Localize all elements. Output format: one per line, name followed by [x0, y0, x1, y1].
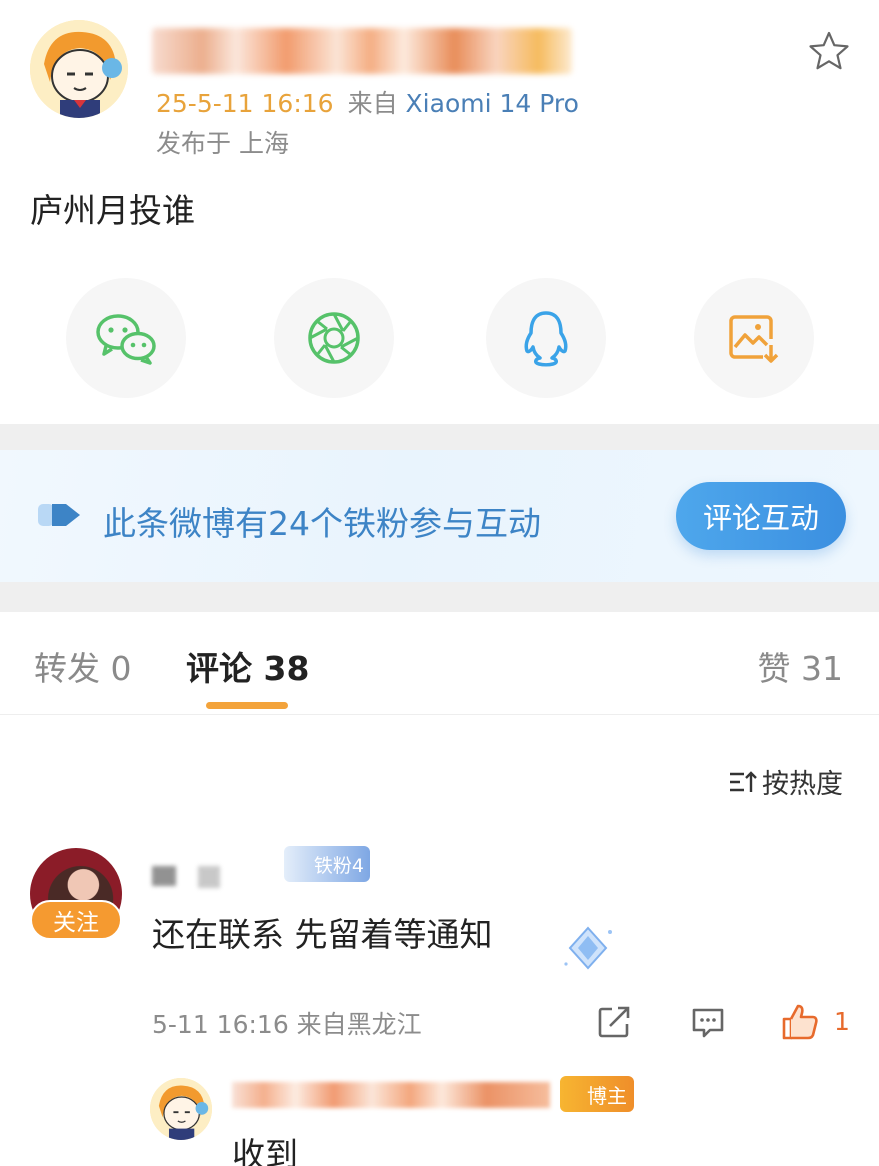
- post-text: 庐州月投谁: [30, 191, 195, 230]
- blogger-badge: 博主: [560, 1076, 634, 1112]
- section-divider: [0, 424, 879, 450]
- thumbs-up-icon[interactable]: [780, 1002, 820, 1042]
- tabs-divider: [0, 714, 879, 715]
- moments-icon: [308, 312, 360, 364]
- like-count: 1: [834, 1007, 850, 1036]
- author-avatar[interactable]: [30, 20, 128, 118]
- fans-banner-text: 此条微博有24个铁粉参与互动: [103, 504, 541, 543]
- follow-button[interactable]: 关注: [30, 900, 122, 940]
- sort-label: 按热度: [762, 769, 843, 800]
- reply-author-avatar[interactable]: [150, 1078, 212, 1140]
- post-source-prefix: 来自: [347, 89, 398, 118]
- reply-icon[interactable]: [690, 1004, 726, 1040]
- author-avatar-image: [30, 20, 128, 118]
- author-name-blurred[interactable]: [152, 28, 572, 74]
- share-wechat-button[interactable]: [66, 278, 186, 398]
- comment-meta: 5-11 16:16 来自黑龙江: [152, 1010, 422, 1039]
- reply-avatar-image: [150, 1078, 212, 1140]
- post-meta: 25-5-11 16:16 来自 Xiaomi 14 Pro: [156, 84, 579, 120]
- fan-level-badge: 铁粉4: [284, 846, 370, 882]
- post-location: 发布于 上海: [156, 129, 289, 158]
- share-moments-button[interactable]: [274, 278, 394, 398]
- comment-text: 还在联系 先留着等通知: [152, 915, 493, 954]
- fans-badge-icon: [38, 500, 82, 530]
- reply-text: 收到: [232, 1135, 298, 1166]
- save-image-icon: [729, 315, 779, 363]
- post-timestamp: 25-5-11 16:16: [156, 89, 334, 118]
- section-divider: [0, 582, 879, 612]
- tab-like[interactable]: 赞 31: [758, 642, 843, 690]
- comment-interact-button[interactable]: 评论互动: [676, 482, 846, 550]
- save-image-button[interactable]: [694, 278, 814, 398]
- sort-button[interactable]: 按热度: [728, 762, 843, 801]
- post-device[interactable]: Xiaomi 14 Pro: [406, 89, 579, 118]
- commenter-name-blurred[interactable]: [198, 866, 220, 888]
- tab-comment[interactable]: 评论 38: [186, 642, 309, 690]
- sort-icon: [730, 770, 757, 792]
- active-tab-indicator: [206, 702, 288, 709]
- qq-icon: [524, 311, 568, 367]
- share-icon[interactable]: [596, 1004, 632, 1040]
- diamond-decoration-icon: [558, 918, 618, 978]
- share-qq-button[interactable]: [486, 278, 606, 398]
- favorite-star-icon[interactable]: [808, 30, 850, 72]
- wechat-icon: [96, 314, 156, 365]
- commenter-name-blurred[interactable]: [152, 866, 176, 886]
- reply-author-name-blurred[interactable]: [232, 1082, 550, 1108]
- tab-repost[interactable]: 转发 0: [34, 642, 132, 690]
